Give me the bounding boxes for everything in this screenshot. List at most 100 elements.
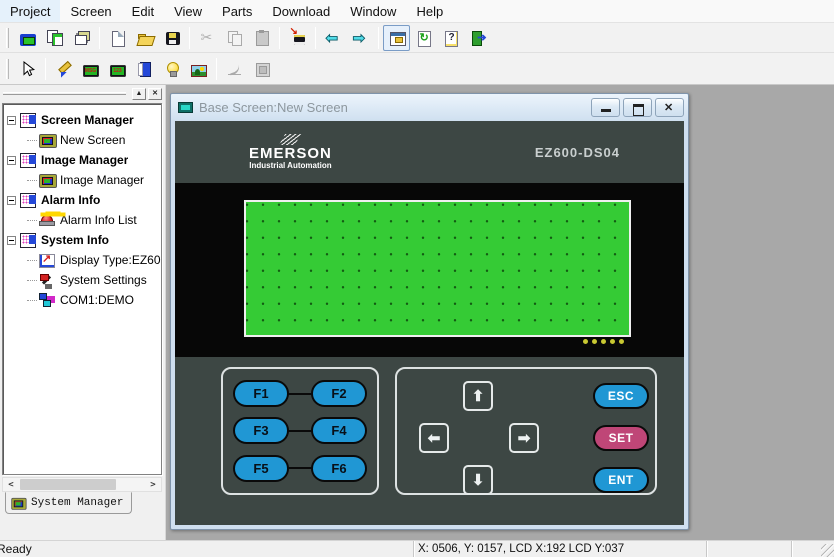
- download-icon: [290, 30, 306, 46]
- tree-item-label: Image Manager: [60, 173, 144, 187]
- screen-icon: [39, 133, 56, 147]
- menu-parts[interactable]: Parts: [212, 0, 262, 22]
- back-arrow-icon: [326, 30, 342, 46]
- screen-window-icon: [178, 102, 193, 113]
- key-connector: [288, 430, 312, 432]
- scroll-right-button[interactable]: >: [145, 478, 161, 491]
- lcd-design-canvas[interactable]: [244, 200, 631, 337]
- separator: [189, 27, 190, 49]
- manager-folder-icon: [20, 153, 37, 167]
- new-document-icon: [110, 30, 126, 46]
- window-title: Base Screen:New Screen: [199, 100, 585, 115]
- workspace-toggle-button[interactable]: [383, 25, 410, 51]
- device-keypad-bezel: F1 F2 F3 F4 F5 F6: [175, 357, 684, 525]
- menu-project[interactable]: Project: [0, 0, 60, 22]
- tree-group-alarm-info[interactable]: Alarm Info: [3, 190, 161, 210]
- separator: [99, 27, 100, 49]
- menu-download[interactable]: Download: [262, 0, 340, 22]
- image-part-button[interactable]: [185, 56, 212, 82]
- open-project-button[interactable]: [131, 25, 158, 51]
- new-screen-button[interactable]: [14, 25, 41, 51]
- pointer-tool-button[interactable]: [14, 56, 41, 82]
- close-button[interactable]: [655, 98, 684, 117]
- key-f4: F4: [311, 417, 367, 444]
- key-connector: [288, 467, 312, 469]
- menu-edit[interactable]: Edit: [122, 0, 164, 22]
- menu-view[interactable]: View: [164, 0, 212, 22]
- separator: [315, 27, 316, 49]
- back-button[interactable]: [320, 25, 347, 51]
- save-button[interactable]: [158, 25, 185, 51]
- tab-system-manager[interactable]: System Manager: [5, 492, 132, 514]
- screen-stack-button[interactable]: [68, 25, 95, 51]
- main-area: ▲ ✕ Screen Manager New Screen Image Mana…: [0, 85, 834, 540]
- new-project-button[interactable]: [104, 25, 131, 51]
- collapse-icon[interactable]: [7, 156, 16, 165]
- new-screen-icon: [20, 34, 36, 46]
- pointer-icon: [20, 61, 36, 77]
- tree-connector: [27, 260, 37, 261]
- number-display-button[interactable]: 123: [104, 56, 131, 82]
- window-titlebar[interactable]: Base Screen:New Screen: [171, 94, 688, 121]
- help-button[interactable]: [437, 25, 464, 51]
- refresh-button[interactable]: [410, 25, 437, 51]
- key-f5: F5: [233, 455, 289, 482]
- resize-grip[interactable]: [821, 544, 834, 557]
- collapse-icon[interactable]: [7, 116, 16, 125]
- dock-grip[interactable]: [3, 92, 126, 95]
- fkey-row: F5 F6: [233, 455, 367, 482]
- tree-group-image-manager[interactable]: Image Manager: [3, 150, 161, 170]
- message-display-icon: MSG: [83, 65, 99, 77]
- maximize-button[interactable]: [623, 98, 652, 117]
- separator: [279, 27, 280, 49]
- tree-horizontal-scrollbar[interactable]: < >: [2, 477, 162, 492]
- manager-folder-icon: [20, 113, 37, 127]
- copy-screen-button[interactable]: [41, 25, 68, 51]
- forward-button[interactable]: [347, 25, 374, 51]
- draw-tool-button[interactable]: [50, 56, 77, 82]
- exit-button[interactable]: [464, 25, 491, 51]
- tree-item-new-screen[interactable]: New Screen: [3, 130, 161, 150]
- tree-item-display-type[interactable]: Display Type:EZ600: [3, 250, 161, 270]
- status-ready: Ready: [0, 541, 414, 557]
- key-esc: ESC: [593, 383, 649, 409]
- brand-tagline: Industrial Automation: [249, 161, 332, 170]
- lamp-icon: [164, 61, 180, 77]
- menu-window[interactable]: Window: [340, 0, 406, 22]
- tree-item-label: New Screen: [60, 133, 125, 147]
- tree-item-com1[interactable]: COM1:DEMO: [3, 290, 161, 310]
- toolbar-grip[interactable]: [6, 28, 9, 48]
- register-book-button[interactable]: [131, 56, 158, 82]
- coordinates-text: X: 0506, Y: 0157, LCD X:192 LCD Y:037: [418, 543, 624, 555]
- tree-item-alarm-info-list[interactable]: Alarm Info List: [3, 210, 161, 230]
- scrollbar-thumb[interactable]: [20, 479, 116, 490]
- collapse-icon[interactable]: [7, 196, 16, 205]
- tree-item-system-settings[interactable]: System Settings: [3, 270, 161, 290]
- tree-group-screen-manager[interactable]: Screen Manager: [3, 110, 161, 130]
- base-screen-window: Base Screen:New Screen EMERSON Industria…: [170, 93, 689, 530]
- menu-screen[interactable]: Screen: [60, 0, 121, 22]
- manager-folder-icon: [20, 193, 37, 207]
- message-display-button[interactable]: MSG: [77, 56, 104, 82]
- key-connector: [288, 393, 312, 395]
- dock-close-button[interactable]: ✕: [148, 88, 162, 100]
- download-button[interactable]: [284, 25, 311, 51]
- brand-block: EMERSON Industrial Automation: [249, 134, 332, 170]
- menu-help[interactable]: Help: [406, 0, 453, 22]
- dock-pin-button[interactable]: ▲: [132, 88, 146, 100]
- tree-group-system-info[interactable]: System Info: [3, 230, 161, 250]
- toolbar-grip[interactable]: [6, 59, 9, 79]
- cut-icon: [200, 30, 216, 46]
- workspace-icon: [389, 30, 405, 46]
- trend-chart-button: [221, 56, 248, 82]
- minimize-button[interactable]: [591, 98, 620, 117]
- paste-icon: [254, 30, 270, 46]
- scroll-left-button[interactable]: <: [3, 478, 19, 491]
- device-model: EZ600-DS04: [535, 145, 684, 160]
- separator: [378, 27, 379, 49]
- tree-item-image-manager[interactable]: Image Manager: [3, 170, 161, 190]
- tab-label: System Manager: [31, 497, 123, 509]
- collapse-icon[interactable]: [7, 236, 16, 245]
- lamp-part-button[interactable]: [158, 56, 185, 82]
- status-panel: [792, 541, 834, 557]
